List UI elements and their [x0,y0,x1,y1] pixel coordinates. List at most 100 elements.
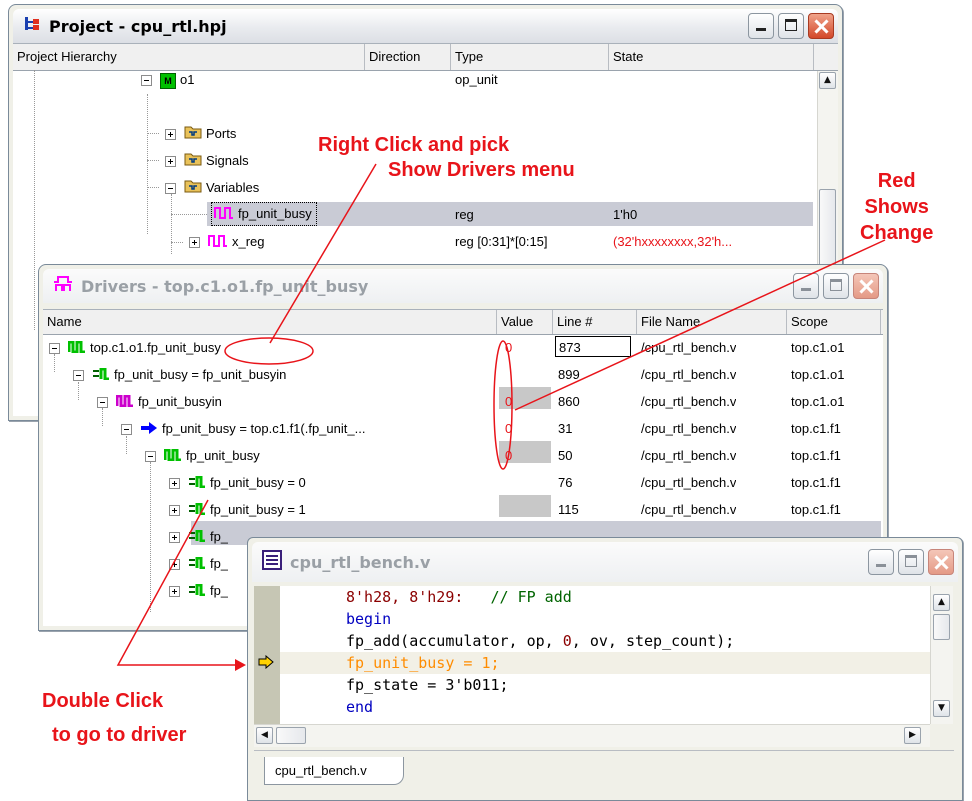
tree-row-o1[interactable]: Mo1 op_unit [13,66,813,93]
scroll-thumb[interactable] [819,189,836,269]
minimize-button[interactable] [793,273,819,299]
driver-row-selected[interactable]: fp_unit_busy = 1 115 /cpu_rtl_bench.v to… [43,496,883,523]
driver-name: fp_unit_busy = top.c1.f1(.fp_unit_... [162,421,366,436]
module-icon: M [160,72,176,89]
tree-row-fp-unit-busy[interactable]: fp_unit_busy reg 1'h0 [13,201,813,228]
expand-icon[interactable] [169,559,180,571]
editor-text-area[interactable]: 8'h28, 8'h29: // FP add begin fp_add(acc… [280,586,930,724]
driver-line: 76 [558,475,573,490]
tree-label: x_reg [232,234,265,249]
editor-vscrollbar[interactable]: ▲ ▼ [930,586,953,724]
col-scope[interactable]: Scope [787,310,881,334]
signal-icon [163,443,182,469]
driver-file: /cpu_rtl_bench.v [641,367,737,382]
annotation-arrowhead [235,659,246,671]
maximize-button[interactable] [898,549,924,575]
driver-file: /cpu_rtl_bench.v [641,448,737,463]
collapse-icon[interactable] [97,397,108,409]
signal-icon [67,335,86,361]
tree-label: o1 [180,72,195,87]
driver-line: 115 [558,502,579,517]
driver-row[interactable]: fp_unit_busy = fp_unit_busyin 899 /cpu_r… [43,361,883,388]
driver-file: /cpu_rtl_bench.v [641,502,737,517]
expand-icon[interactable] [169,505,180,517]
collapse-icon[interactable] [141,75,152,87]
driver-file: /cpu_rtl_bench.v [641,475,737,490]
minimize-icon [869,550,893,574]
collapse-icon[interactable] [145,451,156,463]
scroll-thumb[interactable] [933,614,950,640]
state-value: 1'h0 [613,207,638,222]
minimize-button[interactable] [748,13,774,39]
tab-cpu-rtl-bench[interactable]: cpu_rtl_bench.v [264,757,404,785]
maximize-button[interactable] [823,273,849,299]
tree-row-x-reg[interactable]: x_reg reg [0:31]*[0:15] (32'hxxxxxxxx,32… [13,228,813,255]
expand-icon[interactable] [165,129,176,141]
driver-name: top.c1.o1.fp_unit_busy [90,340,221,355]
collapse-icon[interactable] [121,424,132,436]
minimize-icon [794,274,818,298]
scroll-thumb[interactable] [276,727,306,744]
maximize-icon [779,14,803,38]
editor-titlebar[interactable]: cpu_rtl_bench.v [252,542,958,582]
project-titlebar[interactable]: Project - cpu_rtl.hpj [13,9,838,43]
driver-scope: top.c1.o1 [791,394,845,409]
assign-icon [188,524,206,550]
scroll-up-button[interactable]: ▲ [933,594,950,611]
driver-row[interactable]: fp_unit_busy 0 50 /cpu_rtl_bench.v top.c… [43,442,883,469]
scroll-right-button[interactable]: ▶ [904,727,921,744]
driver-scope: top.c1.f1 [791,475,841,490]
assign-icon [188,470,206,496]
register-icon [208,229,228,255]
code-line: fp_add(accumulator, op, 0, ov, step_coun… [346,632,735,650]
maximize-button[interactable] [778,13,804,39]
drivers-header: Name Value Line # File Name Scope [43,310,883,335]
drivers-window-title: Drivers - top.c1.o1.fp_unit_busy [81,276,369,296]
expand-icon[interactable] [169,532,180,544]
expand-icon[interactable] [169,586,180,598]
folder-icon [184,175,202,201]
current-line-arrow-icon [258,654,274,673]
scroll-up-button[interactable]: ▲ [819,72,836,89]
collapse-icon[interactable] [73,370,84,382]
col-value[interactable]: Value [497,310,553,334]
driver-value: 0 [505,340,513,355]
expand-icon[interactable] [165,156,176,168]
register-icon [214,204,234,225]
minimize-button[interactable] [868,549,894,575]
driver-scope: top.c1.f1 [791,448,841,463]
driver-line: 899 [558,367,580,382]
expand-icon[interactable] [169,478,180,490]
driver-name: fp_unit_busy = 0 [210,475,306,490]
col-line[interactable]: Line # [553,310,637,334]
driver-scope: top.c1.f1 [791,502,841,517]
driver-name: fp_unit_busyin [138,394,222,409]
driver-name: fp_ [210,556,229,571]
close-button[interactable] [928,549,954,575]
driver-name: fp_ [210,529,229,544]
driver-scope: top.c1.f1 [791,421,841,436]
col-file-name[interactable]: File Name [637,310,787,334]
editor-hscrollbar[interactable]: ◀ ▶ [254,724,930,747]
assign-icon [188,578,206,604]
col-name[interactable]: Name [43,310,497,334]
port-arrow-icon [140,416,158,442]
driver-row[interactable]: fp_unit_busy = top.c1.f1(.fp_unit_... 0 … [43,415,883,442]
scroll-down-button[interactable]: ▼ [933,700,950,717]
assign-icon [92,362,110,388]
collapse-icon[interactable] [49,343,60,355]
driver-row[interactable]: fp_unit_busy = 0 76 /cpu_rtl_bench.v top… [43,469,883,496]
source-file-icon [262,550,282,574]
close-button[interactable] [808,13,834,39]
driver-row[interactable]: top.c1.o1.fp_unit_busy 0 873 /cpu_rtl_be… [43,334,883,361]
scroll-left-button[interactable]: ◀ [256,727,273,744]
close-button[interactable] [853,273,879,299]
driver-row[interactable]: fp_unit_busyin 0 860 /cpu_rtl_bench.v to… [43,388,883,415]
annotation-red-shows-change: Red Shows Change [860,170,934,244]
expand-icon[interactable] [189,237,200,249]
code-editor[interactable]: 8'h28, 8'h29: // FP add begin fp_add(acc… [252,582,958,796]
drivers-titlebar[interactable]: Drivers - top.c1.o1.fp_unit_busy [43,269,883,303]
editor-window: cpu_rtl_bench.v 8'h28, 8'h29: // FP add … [247,537,963,801]
collapse-icon[interactable] [165,183,176,195]
assign-icon [188,551,206,577]
